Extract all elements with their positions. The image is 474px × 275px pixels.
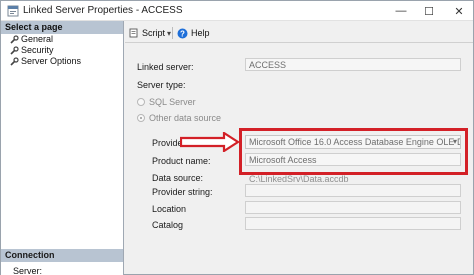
linked-server-field[interactable]: ACCESS [245,58,461,71]
select-page-header: Select a page [1,21,123,34]
wrench-icon [10,56,19,66]
sidebar-item-server-options[interactable]: Server Options [1,56,123,67]
sidebar-item-general[interactable]: General [1,34,123,45]
catalog-label: Catalog [152,220,184,230]
minimize-button[interactable]: — [387,1,415,21]
sidebar-item-label: General [21,34,54,44]
page-selector-sidebar: Select a page General Security Server Op… [1,21,124,275]
connection-header: Connection [1,249,123,262]
help-icon: ? [177,28,188,38]
linked-server-label: Linked server: [137,62,194,72]
server-label: Server: [13,266,43,275]
radio-button-selected[interactable] [137,114,145,122]
product-name-label: Product name: [152,156,211,166]
minimize-icon: — [395,5,407,17]
sidebar-item-security[interactable]: Security [1,45,123,56]
server-type-label: Server type: [137,80,186,90]
toolbar: Script ▾ ? Help [125,23,473,43]
toolbar-separator [172,27,173,39]
sidebar-item-label: Server Options [21,56,82,66]
radio-button[interactable] [137,98,145,106]
annotation-arrow-icon [180,132,240,152]
script-icon [129,28,138,38]
close-button[interactable]: ✕ [445,1,473,21]
maximize-icon: ☐ [424,5,434,18]
title-bar: Linked Server Properties - ACCESS — ☐ ✕ [1,1,473,21]
annotation-highlight-box [239,128,468,175]
catalog-field[interactable] [245,217,461,230]
sql-server-radio-label: SQL Server [149,97,196,107]
other-data-source-label: Other data source [149,113,222,123]
close-icon: ✕ [454,5,464,18]
help-button[interactable]: ? Help [177,26,210,40]
wrench-icon [10,34,19,44]
help-label: Help [191,28,210,38]
sql-server-radio[interactable]: SQL Server [137,97,196,107]
location-field[interactable] [245,201,461,214]
script-button[interactable]: Script ▾ [129,26,171,40]
location-label: Location [152,204,187,214]
linked-server-properties-window: Linked Server Properties - ACCESS — ☐ ✕ … [0,0,474,275]
maximize-button[interactable]: ☐ [415,1,443,21]
script-label: Script [142,28,166,38]
provider-string-field[interactable] [245,184,461,197]
sidebar-item-label: Security [21,45,54,55]
data-source-label: Data source: [152,173,204,183]
wrench-icon [10,45,19,55]
provider-string-label: Provider string: [152,187,213,197]
svg-text:?: ? [180,29,185,38]
other-data-source-radio[interactable]: Other data source [137,113,221,123]
app-icon [7,5,19,17]
window-title: Linked Server Properties - ACCESS [23,5,183,16]
chevron-down-icon: ▾ [167,28,172,38]
